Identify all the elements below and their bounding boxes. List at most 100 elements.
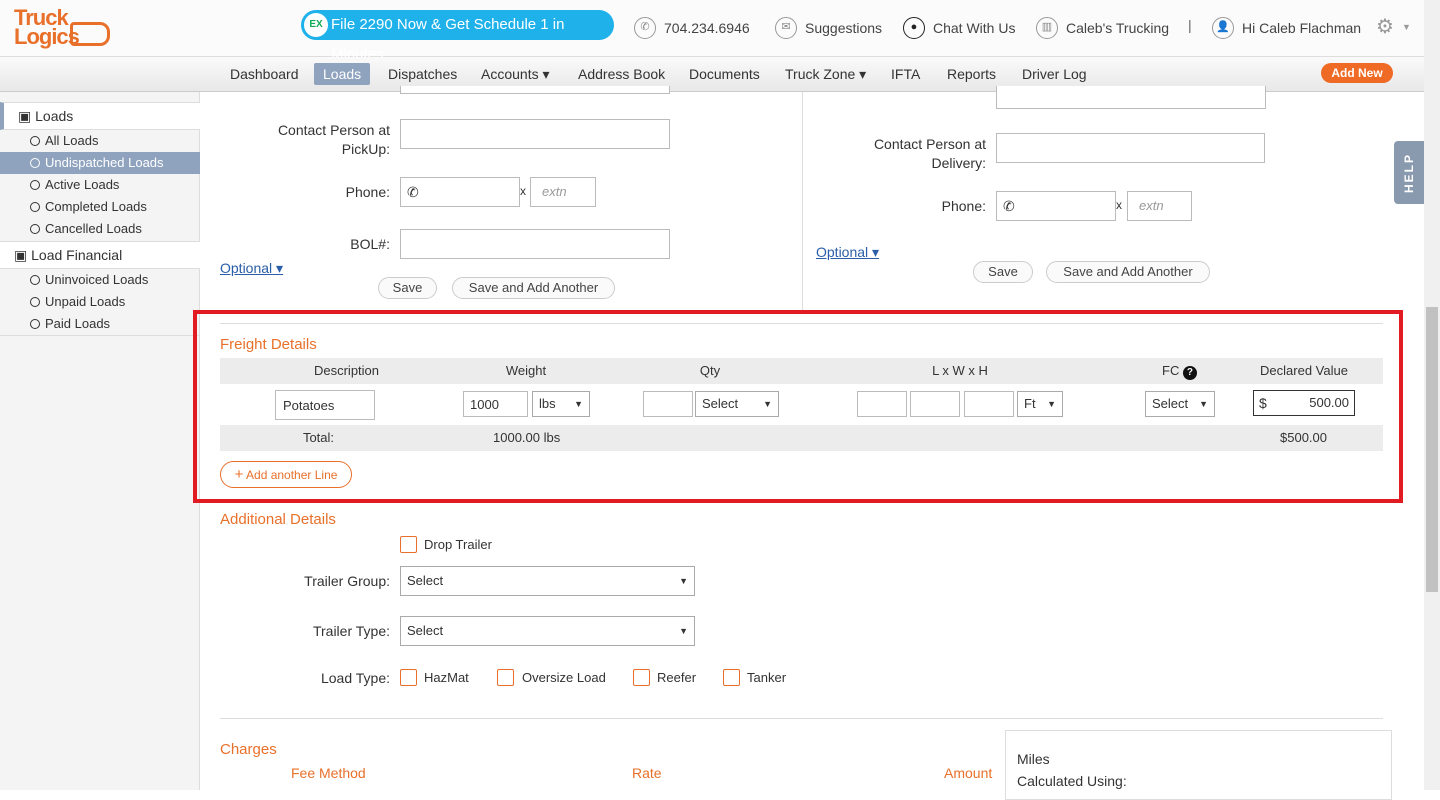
truck-logics-logo[interactable]: Truck Logics: [14, 7, 112, 52]
nav-loads[interactable]: Loads: [314, 63, 371, 85]
envelope-icon: ✉: [775, 17, 797, 39]
delivery-save-add-button[interactable]: Save and Add Another: [1046, 261, 1210, 283]
input-value: Potatoes: [283, 398, 335, 413]
miles-title: Miles: [1017, 751, 1050, 767]
sidebar-item-paid[interactable]: Paid Loads: [0, 313, 200, 335]
pickup-save-button[interactable]: Save: [378, 277, 437, 299]
length-input[interactable]: [857, 391, 907, 417]
delivery-phone-input[interactable]: ✆: [996, 191, 1116, 221]
sidebar-item-completed-loads[interactable]: Completed Loads: [0, 196, 200, 218]
pickup-extn-input[interactable]: extn: [530, 177, 596, 207]
hazmat-checkbox[interactable]: [400, 669, 417, 686]
trailer-type-select[interactable]: Select: [400, 616, 695, 646]
label-text: Delivery:: [931, 155, 986, 171]
sidebar-item-active-loads[interactable]: Active Loads: [0, 174, 200, 196]
scrollbar-thumb[interactable]: [1426, 307, 1438, 592]
sidebar-heading: Load Financial: [31, 247, 123, 263]
sidebar-item-uninvoiced[interactable]: Uninvoiced Loads: [0, 269, 200, 291]
optional-text: Optional: [816, 244, 869, 260]
phone-icon: ✆: [1003, 198, 1015, 214]
load-type-label: Load Type:: [320, 670, 390, 686]
user-menu[interactable]: 👤 Hi Caleb Flachman: [1212, 17, 1361, 39]
nav-truck-zone[interactable]: Truck Zone ▾: [785, 66, 866, 83]
weight-unit-select[interactable]: lbs: [532, 391, 590, 417]
pickup-contact-input[interactable]: [400, 119, 670, 149]
delivery-optional-link[interactable]: Optional ▾: [816, 244, 879, 261]
drop-trailer-checkbox[interactable]: [400, 536, 417, 553]
delivery-contact-input[interactable]: [996, 133, 1265, 163]
user-greeting: Hi Caleb Flachman: [1242, 20, 1362, 36]
sidebar-item-all-loads[interactable]: All Loads: [0, 130, 200, 152]
nav-reports[interactable]: Reports: [947, 66, 996, 82]
pickup-phone-input[interactable]: ✆: [400, 177, 520, 207]
company-link[interactable]: ▥ Caleb's Trucking: [1036, 17, 1169, 39]
sidebar-item-unpaid[interactable]: Unpaid Loads: [0, 291, 200, 313]
bol-input[interactable]: [400, 229, 670, 259]
freight-details-title: Freight Details: [220, 336, 317, 353]
pickup-notes-textarea[interactable]: [400, 86, 670, 94]
col-header: L x W x H: [932, 363, 988, 378]
help-circle-icon[interactable]: ?: [1182, 366, 1197, 380]
oversize-checkbox[interactable]: [497, 669, 514, 686]
nav-dashboard[interactable]: Dashboard: [230, 66, 299, 82]
col-header: Weight: [505, 363, 547, 378]
phone-number: 704.234.6946: [664, 20, 750, 36]
delivery-extn-input[interactable]: extn: [1127, 191, 1192, 221]
nav-address-book[interactable]: Address Book: [578, 66, 665, 82]
delivery-save-button[interactable]: Save: [973, 261, 1033, 283]
pickup-optional-link[interactable]: Optional ▾: [220, 260, 283, 277]
trailer-group-select[interactable]: Select: [400, 566, 695, 596]
express-logo-icon: EX: [304, 13, 328, 37]
delivery-contact-label: Contact Person at Delivery:: [846, 135, 986, 173]
sidebar-item-undispatched-loads[interactable]: Undispatched Loads: [0, 152, 200, 174]
delivery-notes-textarea[interactable]: [996, 86, 1266, 109]
add-new-button[interactable]: Add New: [1321, 63, 1393, 83]
promo-banner-button[interactable]: EX File 2290 Now & Get Schedule 1 in Minu…: [301, 10, 614, 63]
sidebar-financial-header[interactable]: ▣ Load Financial: [0, 241, 200, 269]
nav-accounts[interactable]: Accounts ▾: [481, 66, 550, 83]
declared-value-input[interactable]: $500.00: [1253, 390, 1355, 416]
sidebar-loads-header[interactable]: ▣ Loads: [0, 102, 200, 130]
width-input[interactable]: [910, 391, 960, 417]
qty-input[interactable]: [643, 391, 693, 417]
pickup-save-add-button[interactable]: Save and Add Another: [452, 277, 615, 299]
suggestions-link[interactable]: ✉ Suggestions: [775, 17, 882, 39]
height-input[interactable]: [964, 391, 1014, 417]
button-label: Add another Line: [246, 468, 338, 482]
select-value: Select: [407, 623, 444, 638]
optional-text: Optional: [220, 260, 273, 276]
weight-input[interactable]: 1000: [463, 391, 528, 417]
tanker-checkbox[interactable]: [723, 669, 740, 686]
column-divider: [802, 92, 803, 310]
sidebar-item-label: Completed Loads: [45, 199, 147, 214]
fc-select[interactable]: Select: [1145, 391, 1215, 417]
chat-link[interactable]: ● Chat With Us: [903, 17, 1015, 39]
help-tab[interactable]: HELP: [1394, 141, 1424, 204]
phone-icon: ✆: [407, 184, 419, 200]
label-text: PickUp:: [341, 141, 390, 157]
user-icon: 👤: [1212, 17, 1234, 39]
add-line-button[interactable]: + Add another Line: [220, 461, 352, 488]
gear-icon[interactable]: ⚙ ▼: [1376, 14, 1411, 39]
nav-documents[interactable]: Documents: [689, 66, 760, 82]
phone-link[interactable]: ✆ 704.234.6946: [634, 17, 750, 39]
nav-dispatches[interactable]: Dispatches: [388, 66, 457, 82]
qty-unit-select[interactable]: Select: [695, 391, 779, 417]
description-input[interactable]: Potatoes: [275, 390, 375, 420]
select-value: lbs: [539, 396, 556, 411]
col-header: FC: [1162, 363, 1180, 378]
select-value: Select: [702, 396, 739, 411]
reefer-checkbox[interactable]: [633, 669, 650, 686]
total-value: $500.00: [1280, 430, 1327, 445]
drop-trailer-label: Drop Trailer: [424, 537, 492, 552]
plus-icon: +: [234, 466, 244, 483]
bol-label: BOL#:: [350, 236, 390, 252]
nav-driver-log[interactable]: Driver Log: [1022, 66, 1087, 82]
dim-unit-select[interactable]: Ft: [1017, 391, 1063, 417]
nav-ifta[interactable]: IFTA: [891, 66, 920, 82]
sidebar-item-cancelled-loads[interactable]: Cancelled Loads: [0, 218, 200, 240]
select-value: Select: [407, 573, 444, 588]
input-value: 500.00: [1309, 395, 1349, 410]
placeholder: extn: [1139, 198, 1164, 213]
additional-details-title: Additional Details: [220, 511, 336, 528]
